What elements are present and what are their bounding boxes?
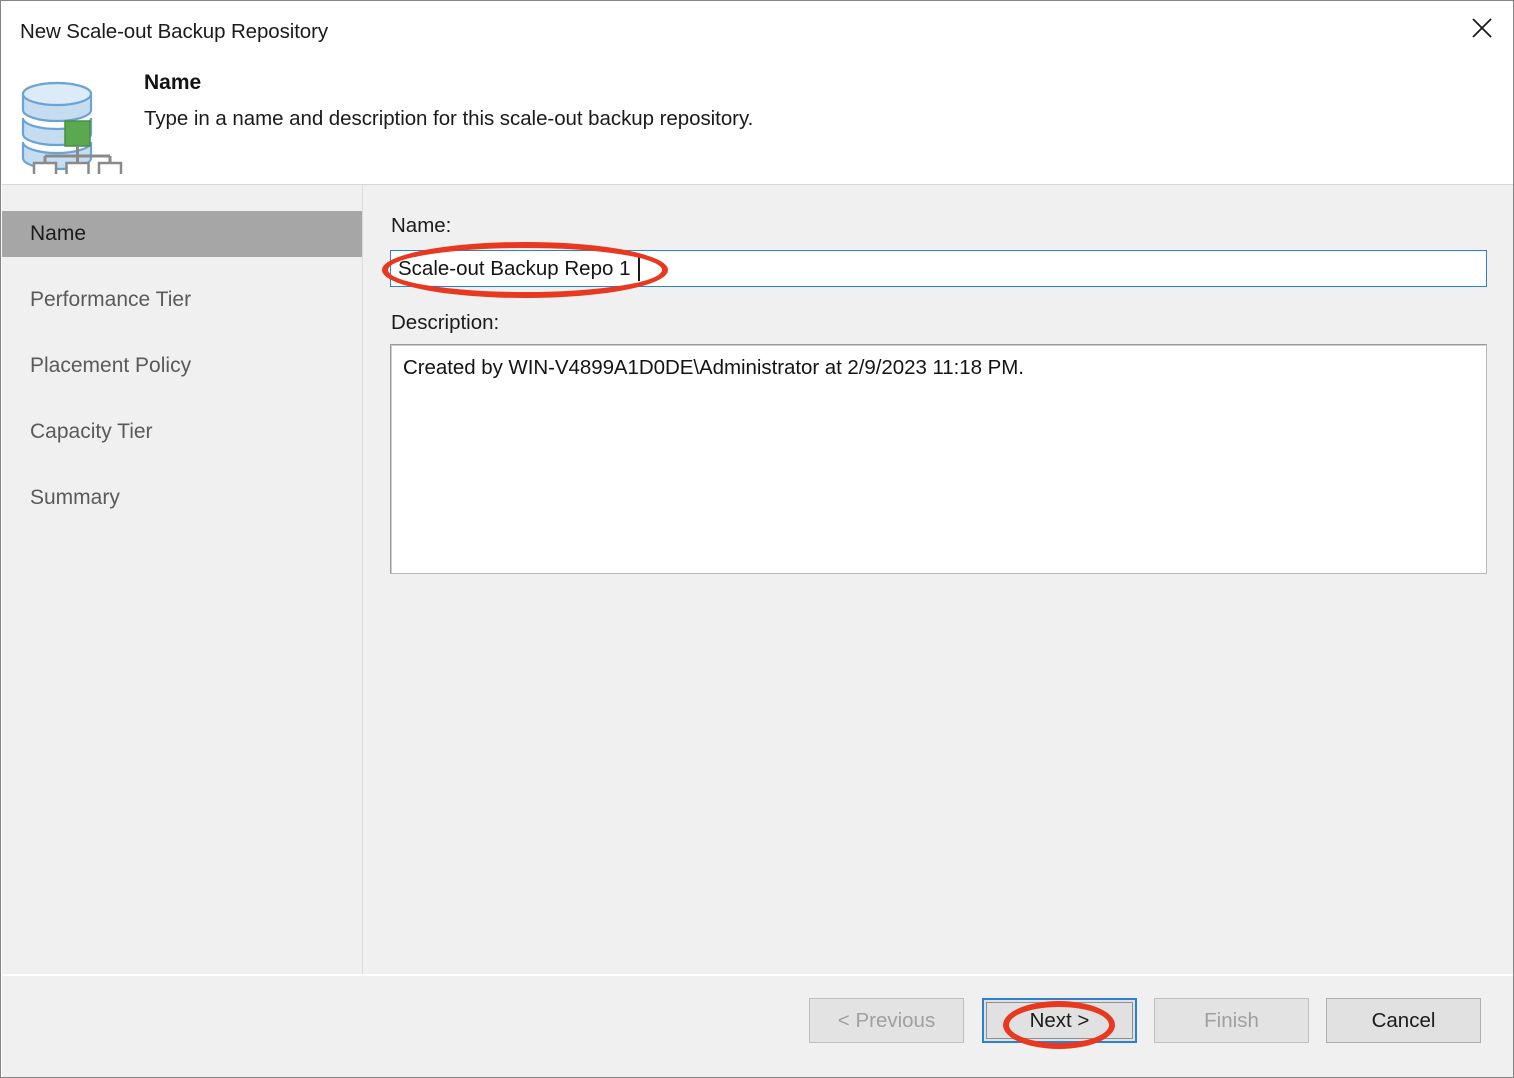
previous-button[interactable]: < Previous bbox=[809, 998, 964, 1043]
sidebar-item-label: Placement Policy bbox=[30, 354, 192, 377]
wizard-step-sidebar: Name Performance Tier Placement Policy C… bbox=[2, 185, 362, 974]
sidebar-item-label: Summary bbox=[30, 486, 120, 509]
sidebar-item-placement-policy[interactable]: Placement Policy bbox=[2, 343, 362, 389]
dialog-header: Name Type in a name and description for … bbox=[2, 60, 1513, 184]
page-title: Name bbox=[144, 71, 202, 94]
page-subtitle: Type in a name and description for this … bbox=[144, 107, 754, 130]
dialog-title: New Scale-out Backup Repository bbox=[20, 20, 328, 43]
dialog-titlebar: New Scale-out Backup Repository bbox=[2, 2, 1513, 60]
sidebar-item-summary[interactable]: Summary bbox=[2, 475, 362, 521]
name-field-label: Name: bbox=[391, 214, 452, 237]
new-scale-out-backup-repository-dialog: New Scale-out Backup Repository Name Typ… bbox=[0, 0, 1514, 1078]
name-input[interactable] bbox=[390, 250, 1487, 287]
close-icon[interactable] bbox=[1450, 2, 1513, 54]
description-field-label: Description: bbox=[391, 311, 500, 334]
next-button[interactable]: Next > bbox=[982, 998, 1137, 1043]
name-input-wrapper bbox=[390, 250, 1487, 287]
finish-button[interactable]: Finish bbox=[1154, 998, 1309, 1043]
description-textarea[interactable]: Created by WIN-V4899A1D0DE\Administrator… bbox=[390, 344, 1487, 574]
sidebar-item-performance-tier[interactable]: Performance Tier bbox=[2, 277, 362, 323]
sidebar-item-label: Name bbox=[30, 222, 87, 245]
name-step-panel: Name: Description: Created by WIN-V4899A… bbox=[363, 185, 1513, 974]
sidebar-item-capacity-tier[interactable]: Capacity Tier bbox=[2, 409, 362, 455]
sidebar-item-label: Performance Tier bbox=[30, 288, 192, 311]
dialog-footer: < Previous Next > Finish Cancel bbox=[2, 976, 1513, 1077]
sidebar-item-label: Capacity Tier bbox=[30, 420, 153, 443]
cancel-button[interactable]: Cancel bbox=[1326, 998, 1481, 1043]
sidebar-item-name[interactable]: Name bbox=[2, 211, 362, 257]
dialog-body: Name Performance Tier Placement Policy C… bbox=[2, 185, 1513, 974]
description-text: Created by WIN-V4899A1D0DE\Administrator… bbox=[403, 356, 1024, 379]
text-caret bbox=[638, 255, 640, 281]
scale-out-backup-repository-icon bbox=[15, 72, 127, 183]
